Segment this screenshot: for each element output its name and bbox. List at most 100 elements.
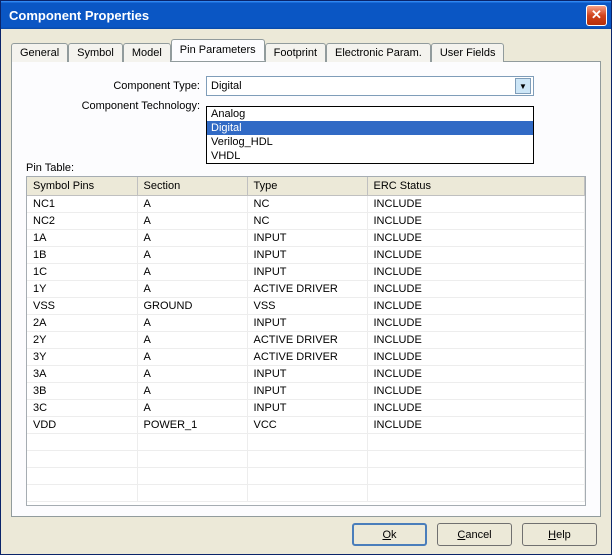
table-cell[interactable]: A — [137, 365, 247, 382]
table-cell[interactable]: VCC — [247, 416, 367, 433]
table-cell[interactable]: NC — [247, 195, 367, 212]
table-cell[interactable]: A — [137, 382, 247, 399]
table-cell[interactable]: 2A — [27, 314, 137, 331]
table-cell[interactable]: INPUT — [247, 399, 367, 416]
table-cell[interactable] — [27, 467, 137, 484]
table-row[interactable]: 1YAACTIVE DRIVERINCLUDE — [27, 280, 585, 297]
table-cell[interactable]: 3B — [27, 382, 137, 399]
table-cell[interactable]: 3C — [27, 399, 137, 416]
dropdown-option-digital[interactable]: Digital — [207, 121, 533, 135]
dropdown-option-vhdl[interactable]: VHDL — [207, 149, 533, 163]
table-cell[interactable]: INPUT — [247, 263, 367, 280]
table-row[interactable]: 1CAINPUTINCLUDE — [27, 263, 585, 280]
table-cell[interactable] — [27, 433, 137, 450]
table-cell[interactable]: INCLUDE — [367, 348, 585, 365]
table-cell[interactable]: A — [137, 348, 247, 365]
table-cell[interactable]: VSS — [247, 297, 367, 314]
table-cell[interactable]: INCLUDE — [367, 263, 585, 280]
table-cell[interactable] — [247, 433, 367, 450]
tab-user-fields[interactable]: User Fields — [431, 43, 505, 62]
table-row[interactable]: 3CAINPUTINCLUDE — [27, 399, 585, 416]
table-cell[interactable] — [247, 484, 367, 501]
table-cell[interactable] — [137, 484, 247, 501]
table-row[interactable]: 3BAINPUTINCLUDE — [27, 382, 585, 399]
table-cell[interactable]: A — [137, 263, 247, 280]
table-cell[interactable]: A — [137, 331, 247, 348]
table-cell[interactable]: INCLUDE — [367, 399, 585, 416]
table-cell[interactable]: INCLUDE — [367, 331, 585, 348]
table-cell[interactable] — [137, 467, 247, 484]
table-cell[interactable]: A — [137, 246, 247, 263]
tab-electronic-param[interactable]: Electronic Param. — [326, 43, 431, 62]
table-cell[interactable] — [27, 484, 137, 501]
table-cell[interactable]: INCLUDE — [367, 297, 585, 314]
table-row[interactable]: VSSGROUNDVSSINCLUDE — [27, 297, 585, 314]
table-cell[interactable]: INPUT — [247, 382, 367, 399]
combo-box[interactable]: Digital ▼ — [206, 76, 534, 96]
table-cell[interactable]: INPUT — [247, 314, 367, 331]
table-row[interactable]: 3AAINPUTINCLUDE — [27, 365, 585, 382]
table-cell[interactable] — [27, 450, 137, 467]
table-row[interactable]: 1BAINPUTINCLUDE — [27, 246, 585, 263]
table-cell[interactable]: A — [137, 399, 247, 416]
component-type-combo[interactable]: Digital ▼ — [206, 76, 534, 96]
table-cell[interactable] — [367, 433, 585, 450]
help-button[interactable]: Help — [522, 523, 597, 546]
tab-pin-parameters[interactable]: Pin Parameters — [171, 39, 265, 61]
table-cell[interactable]: INCLUDE — [367, 229, 585, 246]
table-cell[interactable]: A — [137, 212, 247, 229]
table-cell[interactable] — [367, 467, 585, 484]
table-cell[interactable]: ACTIVE DRIVER — [247, 331, 367, 348]
table-cell[interactable]: INCLUDE — [367, 314, 585, 331]
table-cell[interactable]: 1C — [27, 263, 137, 280]
table-row[interactable] — [27, 433, 585, 450]
table-cell[interactable] — [367, 450, 585, 467]
table-cell[interactable]: 1Y — [27, 280, 137, 297]
table-row[interactable]: 3YAACTIVE DRIVERINCLUDE — [27, 348, 585, 365]
table-cell[interactable]: A — [137, 229, 247, 246]
table-cell[interactable]: NC1 — [27, 195, 137, 212]
table-cell[interactable]: 3Y — [27, 348, 137, 365]
table-row[interactable]: 1AAINPUTINCLUDE — [27, 229, 585, 246]
ok-button[interactable]: Ok — [352, 523, 427, 546]
dropdown-option-verilog-hdl[interactable]: Verilog_HDL — [207, 135, 533, 149]
table-cell[interactable]: INPUT — [247, 246, 367, 263]
table-cell[interactable]: POWER_1 — [137, 416, 247, 433]
table-cell[interactable]: NC2 — [27, 212, 137, 229]
table-cell[interactable]: INCLUDE — [367, 382, 585, 399]
col-type[interactable]: Type — [247, 177, 367, 195]
tab-symbol[interactable]: Symbol — [68, 43, 123, 62]
table-row[interactable]: 2YAACTIVE DRIVERINCLUDE — [27, 331, 585, 348]
table-cell[interactable]: VDD — [27, 416, 137, 433]
table-cell[interactable] — [137, 450, 247, 467]
table-cell[interactable]: 1A — [27, 229, 137, 246]
table-cell[interactable]: ACTIVE DRIVER — [247, 280, 367, 297]
table-cell[interactable]: 2Y — [27, 331, 137, 348]
table-cell[interactable]: INCLUDE — [367, 416, 585, 433]
cancel-button[interactable]: Cancel — [437, 523, 512, 546]
table-cell[interactable]: INCLUDE — [367, 280, 585, 297]
table-cell[interactable]: INCLUDE — [367, 195, 585, 212]
table-cell[interactable] — [247, 450, 367, 467]
table-cell[interactable] — [247, 467, 367, 484]
col-symbol-pins[interactable]: Symbol Pins — [27, 177, 137, 195]
table-row[interactable]: 2AAINPUTINCLUDE — [27, 314, 585, 331]
table-cell[interactable]: INCLUDE — [367, 246, 585, 263]
col-section[interactable]: Section — [137, 177, 247, 195]
table-row[interactable]: VDDPOWER_1VCCINCLUDE — [27, 416, 585, 433]
table-row[interactable] — [27, 450, 585, 467]
col-erc-status[interactable]: ERC Status — [367, 177, 585, 195]
tab-general[interactable]: General — [11, 43, 68, 62]
table-row[interactable] — [27, 467, 585, 484]
table-cell[interactable]: INPUT — [247, 365, 367, 382]
chevron-down-icon[interactable]: ▼ — [515, 78, 531, 94]
tab-footprint[interactable]: Footprint — [265, 43, 326, 62]
table-cell[interactable]: A — [137, 280, 247, 297]
table-row[interactable]: NC1ANCINCLUDE — [27, 195, 585, 212]
table-cell[interactable]: INPUT — [247, 229, 367, 246]
table-cell[interactable]: A — [137, 195, 247, 212]
table-cell[interactable]: INCLUDE — [367, 365, 585, 382]
table-cell[interactable] — [137, 433, 247, 450]
close-button[interactable]: ✕ — [586, 5, 607, 26]
table-cell[interactable]: ACTIVE DRIVER — [247, 348, 367, 365]
